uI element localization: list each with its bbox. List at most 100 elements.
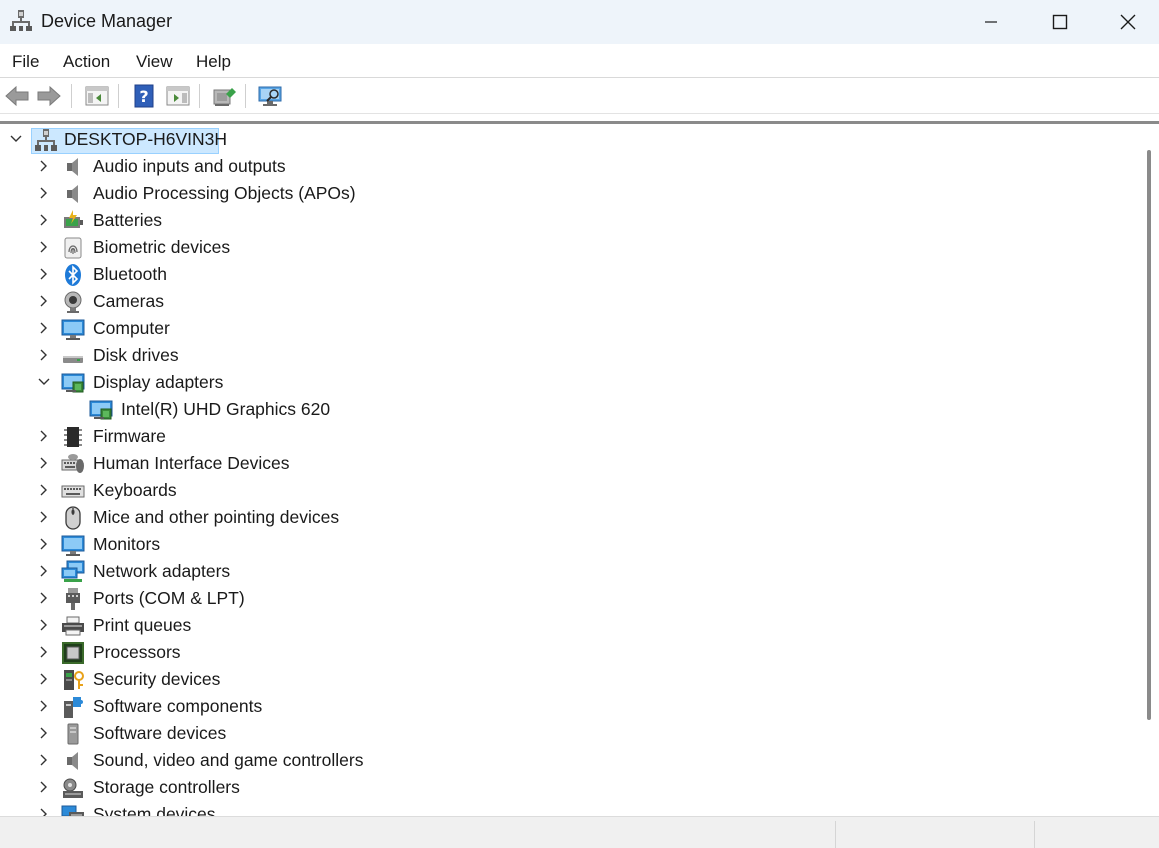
chevron-right-icon[interactable] [36, 644, 52, 660]
tree-item-mice[interactable]: Mice and other pointing devices [0, 504, 1140, 531]
tree-item-system-devices[interactable]: System devices [0, 801, 1140, 816]
chevron-right-icon[interactable] [36, 779, 52, 795]
chevron-right-icon[interactable] [36, 698, 52, 714]
tree-item-network-adapters[interactable]: Network adapters [0, 558, 1140, 585]
menu-help[interactable]: Help [196, 52, 231, 72]
properties-pane-button[interactable] [164, 82, 192, 110]
toolbar: ? [0, 78, 1159, 114]
speaker-icon [67, 158, 78, 176]
menu-view[interactable]: View [136, 52, 173, 72]
network-icon [61, 560, 85, 582]
chevron-right-icon[interactable] [36, 455, 52, 471]
tree-item-label: Batteries [93, 210, 163, 230]
tree-item-ports[interactable]: Ports (COM & LPT) [0, 585, 1140, 612]
tree-item-software-devices[interactable]: Software devices [0, 720, 1140, 747]
menu-bar: File Action View Help [0, 44, 1159, 78]
chip-icon [64, 427, 82, 447]
tree-root[interactable]: DESKTOP-H6VIN3H [0, 126, 1140, 154]
system-devices-icon [61, 805, 84, 816]
update-driver-icon [213, 88, 236, 106]
tree-item-label: Software components [93, 696, 263, 716]
back-button[interactable] [3, 82, 31, 110]
toolbar-separator [199, 84, 200, 108]
tree-item-storage-controllers[interactable]: Storage controllers [0, 774, 1140, 801]
chevron-right-icon[interactable] [36, 509, 52, 525]
chevron-right-icon[interactable] [36, 536, 52, 552]
tree-item-audio-inputs[interactable]: Audio inputs and outputs [0, 153, 1140, 180]
chevron-right-icon[interactable] [36, 212, 52, 228]
chevron-right-icon[interactable] [36, 806, 52, 816]
tree-item-biometric[interactable]: Biometric devices [0, 234, 1140, 261]
chevron-down-icon[interactable] [8, 131, 24, 147]
tree-item-bluetooth[interactable]: Bluetooth [0, 261, 1140, 288]
maximize-button[interactable] [1026, 0, 1094, 44]
tree-item-label: Print queues [93, 615, 192, 635]
close-button[interactable] [1096, 0, 1159, 44]
back-arrow-icon [5, 85, 29, 107]
scan-hardware-button[interactable] [257, 82, 285, 110]
tree-item-label: Ports (COM & LPT) [93, 588, 245, 608]
tree-item-label: Audio Processing Objects (APOs) [93, 183, 356, 203]
chevron-right-icon[interactable] [36, 347, 52, 363]
tree-item-keyboards[interactable]: Keyboards [0, 477, 1140, 504]
chevron-right-icon[interactable] [36, 266, 52, 282]
menu-action[interactable]: Action [63, 52, 110, 72]
chevron-right-icon[interactable] [36, 293, 52, 309]
tree-item-firmware[interactable]: Firmware [0, 423, 1140, 450]
tree-item-cameras[interactable]: Cameras [0, 288, 1140, 315]
chevron-right-icon[interactable] [36, 590, 52, 606]
toolbar-separator [245, 84, 246, 108]
tree-item-monitors[interactable]: Monitors [0, 531, 1140, 558]
menu-file[interactable]: File [12, 52, 39, 72]
tree-item-software-components[interactable]: Software components [0, 693, 1140, 720]
scrollbar-thumb[interactable] [1147, 150, 1151, 720]
forward-button[interactable] [35, 82, 63, 110]
chevron-right-icon[interactable] [36, 617, 52, 633]
battery-icon [64, 210, 83, 228]
show-hide-console-tree-button[interactable] [83, 82, 111, 110]
chevron-right-icon[interactable] [36, 158, 52, 174]
chevron-right-icon[interactable] [36, 563, 52, 579]
chevron-down-icon[interactable] [36, 374, 52, 390]
minimize-button[interactable] [957, 0, 1025, 44]
tree-item-print-queues[interactable]: Print queues [0, 612, 1140, 639]
chevron-right-icon[interactable] [36, 752, 52, 768]
monitor-icon [61, 535, 85, 556]
chevron-right-icon[interactable] [36, 428, 52, 444]
tree-item-computer[interactable]: Computer [0, 315, 1140, 342]
tree-item-processors[interactable]: Processors [0, 639, 1140, 666]
tree-item-apos[interactable]: Audio Processing Objects (APOs) [0, 180, 1140, 207]
tree-item-display-adapters[interactable]: Display adapters [0, 369, 1140, 396]
tree-item-hid[interactable]: Human Interface Devices [0, 450, 1140, 477]
chevron-right-icon[interactable] [36, 482, 52, 498]
tree-item-label: Intel(R) UHD Graphics 620 [121, 399, 331, 419]
tree-item-batteries[interactable]: Batteries [0, 207, 1140, 234]
help-button[interactable]: ? [130, 82, 158, 110]
storage-controller-icon [63, 778, 83, 798]
tree-item-label: Biometric devices [93, 237, 231, 257]
chevron-right-icon[interactable] [36, 671, 52, 687]
update-driver-button[interactable] [210, 82, 238, 110]
tree-item-label: Sound, video and game controllers [93, 750, 364, 770]
tree-item-label: Human Interface Devices [93, 453, 290, 473]
tree-item-intel-uhd-graphics[interactable]: Intel(R) UHD Graphics 620 [0, 396, 1140, 423]
status-separator [835, 821, 836, 848]
tree-item-label: Disk drives [93, 345, 179, 365]
speaker-icon [67, 185, 78, 203]
vertical-scrollbar[interactable] [1140, 124, 1159, 816]
tree-item-sound-video-game[interactable]: Sound, video and game controllers [0, 747, 1140, 774]
tree-item-security-devices[interactable]: Security devices [0, 666, 1140, 693]
tree-item-label: Security devices [93, 669, 221, 689]
chevron-right-icon[interactable] [36, 725, 52, 741]
chevron-right-icon[interactable] [36, 239, 52, 255]
properties-pane-icon [166, 86, 190, 106]
chevron-right-icon[interactable] [36, 185, 52, 201]
show-hide-console-tree-icon [85, 86, 109, 106]
chevron-right-icon[interactable] [36, 320, 52, 336]
port-icon [66, 588, 80, 610]
tree-item-disk-drives[interactable]: Disk drives [0, 342, 1140, 369]
title-bar: Device Manager [0, 0, 1159, 44]
fingerprint-icon [64, 237, 82, 259]
close-icon [1120, 14, 1135, 30]
toolbar-separator [118, 84, 119, 108]
